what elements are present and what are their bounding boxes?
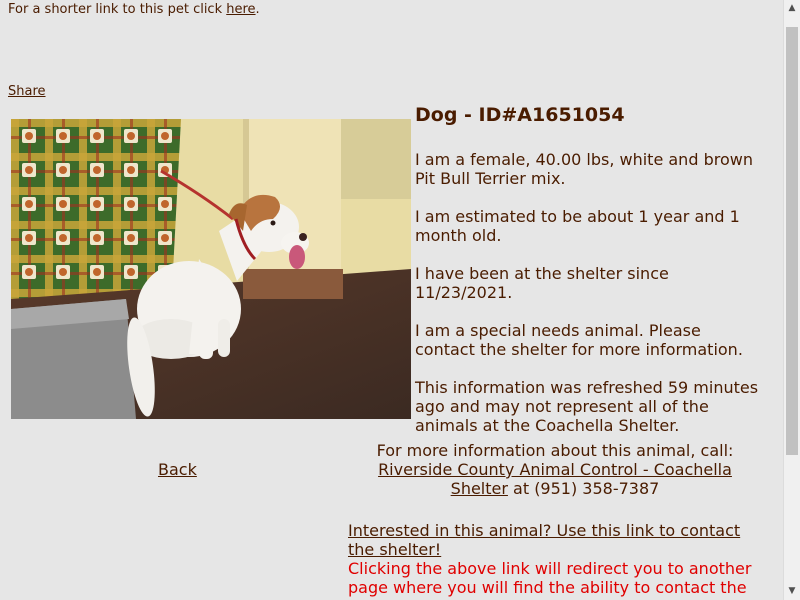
shelter-phone: at (951) 358-7387 xyxy=(507,479,660,498)
short-link-here[interactable]: here xyxy=(226,2,255,17)
pet-refresh-notice: This information was refreshed 59 minute… xyxy=(415,378,759,435)
short-link-line: For a shorter link to this pet click her… xyxy=(8,2,260,17)
vertical-scrollbar[interactable]: ▲ ▼ xyxy=(783,0,800,600)
short-link-suffix: . xyxy=(255,2,260,17)
pet-intake-date: I have been at the shelter since 11/23/2… xyxy=(415,264,669,302)
scrollbar-thumb[interactable] xyxy=(786,27,798,455)
pet-title: Dog - ID#A1651054 xyxy=(415,104,625,126)
scroll-down-arrow-icon[interactable]: ▼ xyxy=(784,583,800,600)
page: For a shorter link to this pet click her… xyxy=(0,0,800,600)
back-link[interactable]: Back xyxy=(158,460,197,479)
pet-special-needs: I am a special needs animal. Please cont… xyxy=(415,321,743,359)
contact-intro: For more information about this animal, … xyxy=(376,441,734,460)
contact-line: Riverside County Animal Control - Coache… xyxy=(348,460,762,498)
pet-info: I am a female, 40.00 lbs, white and brow… xyxy=(415,150,765,454)
contact-shelter-link[interactable]: Interested in this animal? Use this link… xyxy=(348,521,740,559)
pet-photo xyxy=(11,119,411,419)
share-link[interactable]: Share xyxy=(8,84,46,99)
dog-photo-image xyxy=(11,119,411,419)
contact-info: For more information about this animal, … xyxy=(348,441,762,498)
redirect-note: Clicking the above link will redirect yo… xyxy=(348,559,752,600)
scroll-up-arrow-icon[interactable]: ▲ xyxy=(784,0,800,17)
short-link-prefix: For a shorter link to this pet click xyxy=(8,2,227,17)
pet-age: I am estimated to be about 1 year and 1 … xyxy=(415,207,740,245)
interest-section: Interested in this animal? Use this link… xyxy=(348,521,762,600)
pet-description: I am a female, 40.00 lbs, white and brow… xyxy=(415,150,753,188)
